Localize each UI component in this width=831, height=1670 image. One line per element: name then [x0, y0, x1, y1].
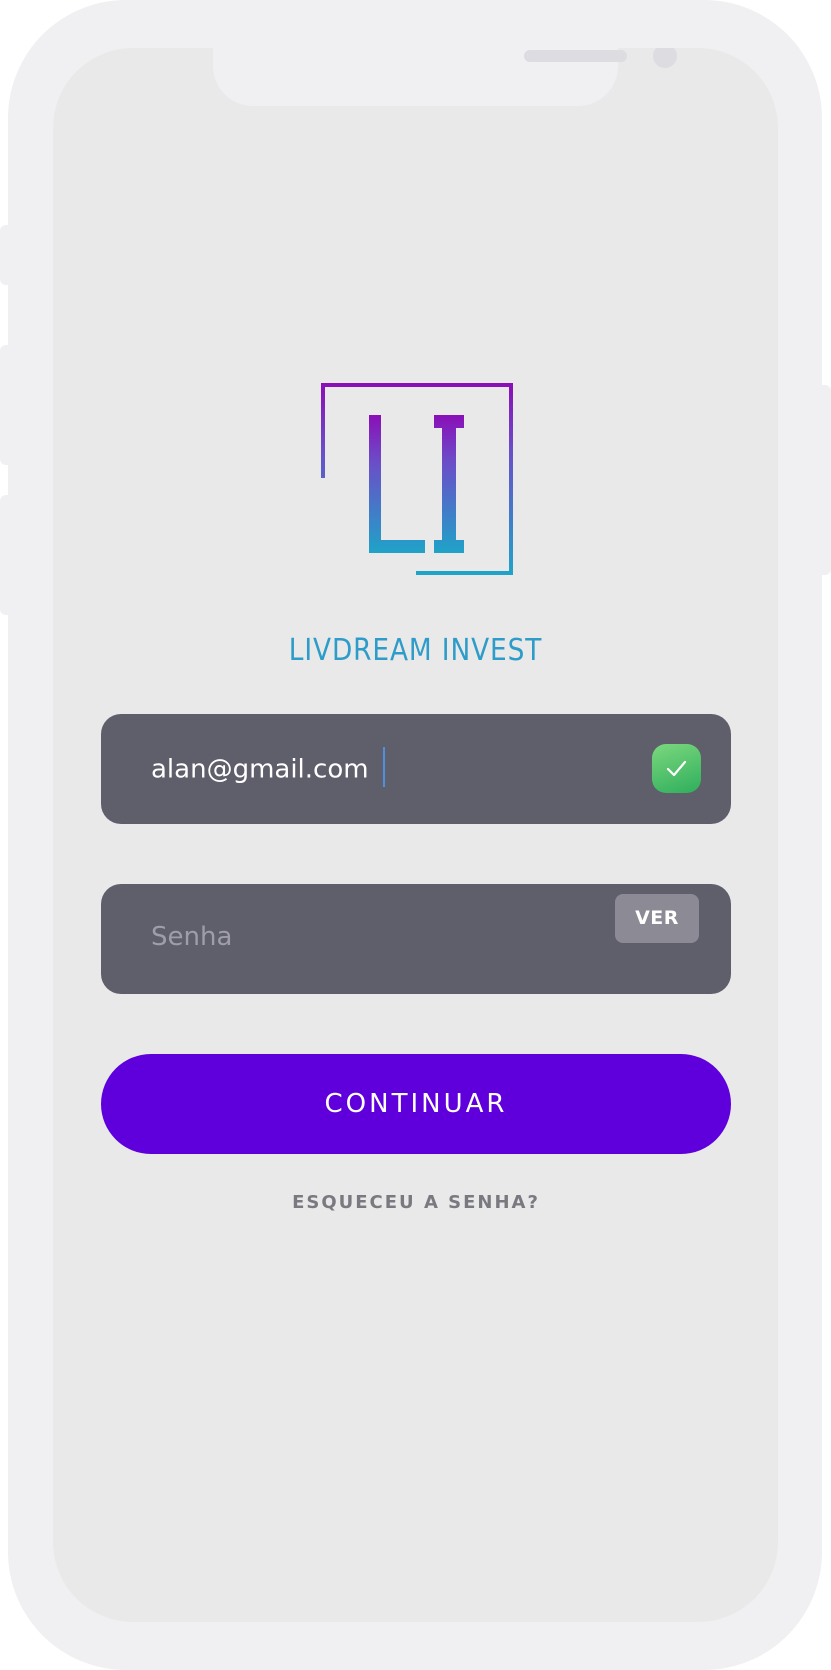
power-button: [821, 385, 831, 575]
valid-check-icon: [652, 744, 701, 793]
front-camera: [653, 48, 677, 68]
password-input[interactable]: Senha: [151, 922, 232, 952]
volume-down-button: [0, 495, 10, 615]
text-cursor: [382, 747, 385, 787]
password-field[interactable]: Senha VER: [101, 884, 731, 994]
email-field[interactable]: alan@gmail.com: [101, 714, 731, 824]
email-value: alan@gmail.com: [151, 754, 369, 785]
volume-up-button: [0, 345, 10, 465]
email-input[interactable]: alan@gmail.com: [151, 747, 385, 790]
mute-switch: [0, 225, 10, 285]
forgot-password-link[interactable]: ESQUECEU A SENHA?: [101, 1192, 731, 1213]
show-password-button[interactable]: VER: [615, 894, 699, 943]
brand-logo-icon: [321, 383, 513, 575]
speaker-grille: [524, 50, 627, 62]
app-screen: LIVDREAM INVEST alan@gmail.com Senha VER…: [53, 48, 778, 1622]
brand-name: LIVDREAM INVEST: [288, 633, 543, 668]
continue-button[interactable]: CONTINUAR: [101, 1054, 731, 1154]
notch: [213, 48, 677, 106]
